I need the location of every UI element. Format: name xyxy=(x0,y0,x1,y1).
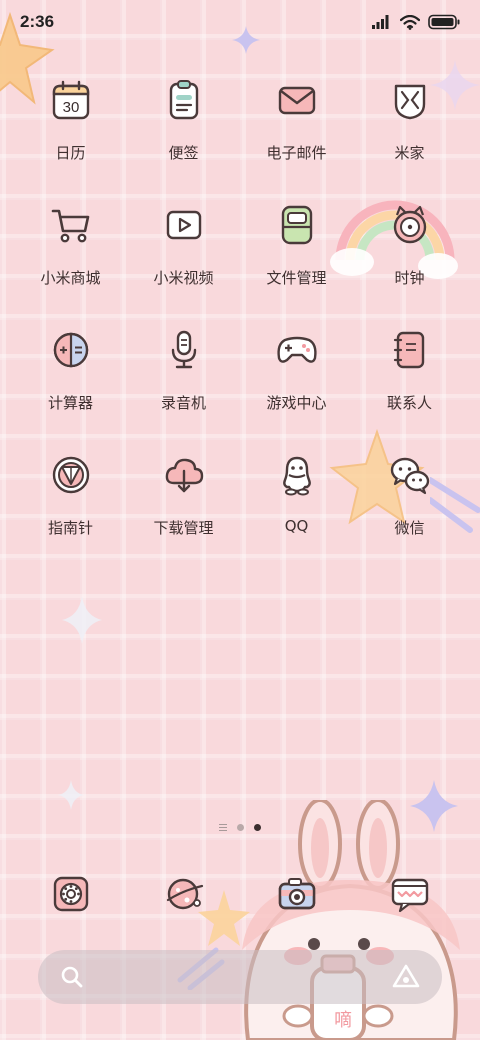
notes-icon xyxy=(158,74,210,126)
clock-icon xyxy=(384,199,436,251)
app-label: 文件管理 xyxy=(266,269,327,287)
minus-one-screen-indicator xyxy=(219,824,227,831)
app-email[interactable]: 电子邮件 xyxy=(240,74,353,163)
lens-icon[interactable] xyxy=(392,964,420,990)
app-label: 计算器 xyxy=(47,394,93,412)
app-clock[interactable]: 时钟 xyxy=(353,199,466,288)
app-label: 时钟 xyxy=(394,269,425,287)
app-mijia[interactable]: 米家 xyxy=(353,74,466,163)
app-mi-store[interactable]: 小米商城 xyxy=(14,199,127,288)
compass-icon xyxy=(45,449,97,501)
download-cloud-icon xyxy=(158,449,210,501)
wifi-icon xyxy=(400,14,420,30)
app-label: 录音机 xyxy=(160,394,206,412)
battery-icon xyxy=(428,14,460,30)
app-wechat[interactable]: 微信 xyxy=(353,449,466,538)
app-label: 下载管理 xyxy=(153,519,214,537)
calendar-date-text: 30 xyxy=(62,99,79,116)
video-play-icon xyxy=(158,199,210,251)
mijia-icon xyxy=(384,74,436,126)
dock-phone[interactable] xyxy=(14,868,127,920)
file-manager-icon xyxy=(271,199,323,251)
app-label: 电子邮件 xyxy=(266,144,327,162)
shopping-cart-icon xyxy=(45,199,97,251)
page-dot xyxy=(237,824,244,831)
status-bar: 2:36 xyxy=(0,0,480,44)
app-mi-video[interactable]: 小米视频 xyxy=(127,199,240,288)
dock-camera[interactable] xyxy=(240,868,353,920)
email-icon xyxy=(271,74,323,126)
app-label: 微信 xyxy=(394,519,425,537)
page-indicator xyxy=(0,824,480,831)
app-grid: 30 日历 便签 电子邮件 米家 小米商城 小米视频 文件管理 时钟 计算器 录… xyxy=(14,74,466,538)
chat-bubble-icon xyxy=(384,868,436,920)
app-label: 小米视频 xyxy=(153,269,214,287)
dock xyxy=(14,868,466,920)
qq-penguin-icon xyxy=(271,449,323,501)
dock-messages[interactable] xyxy=(127,868,240,920)
app-label: 小米商城 xyxy=(40,269,101,287)
contacts-icon xyxy=(384,324,436,376)
status-time: 2:36 xyxy=(20,12,55,31)
gamepad-icon xyxy=(271,324,323,376)
status-icons xyxy=(372,14,460,30)
app-label: 游戏中心 xyxy=(266,394,327,412)
calendar-icon: 30 xyxy=(45,74,97,126)
sparkle-decoration xyxy=(58,780,84,810)
app-game-center[interactable]: 游戏中心 xyxy=(240,324,353,413)
app-label: 联系人 xyxy=(386,394,432,412)
app-notes[interactable]: 便签 xyxy=(127,74,240,163)
sparkle-decoration xyxy=(62,596,102,644)
home-screen: 嘀 2:36 30 日历 便签 电子邮件 米家 小米商城 小米视频 文件管理 时… xyxy=(0,0,480,1040)
app-downloads[interactable]: 下载管理 xyxy=(127,449,240,538)
calculator-icon xyxy=(45,324,97,376)
search-bar[interactable] xyxy=(38,950,442,1004)
app-qq[interactable]: QQ xyxy=(240,449,353,538)
search-icon[interactable] xyxy=(60,965,84,989)
dock-chat[interactable] xyxy=(353,868,466,920)
page-dot-active xyxy=(254,824,261,831)
camera-icon xyxy=(271,868,323,920)
phone-dial-icon xyxy=(45,868,97,920)
wechat-icon xyxy=(384,449,436,501)
microphone-icon xyxy=(158,324,210,376)
app-label: 指南针 xyxy=(47,519,93,537)
app-file-manager[interactable]: 文件管理 xyxy=(240,199,353,288)
app-calculator[interactable]: 计算器 xyxy=(14,324,127,413)
app-label: 日历 xyxy=(55,144,86,162)
signal-icon xyxy=(372,15,389,29)
app-calendar[interactable]: 30 日历 xyxy=(14,74,127,163)
bunny-mascot-decoration xyxy=(242,800,460,1040)
app-contacts[interactable]: 联系人 xyxy=(353,324,466,413)
mascot-bottle-text: 嘀 xyxy=(334,1010,352,1031)
app-compass[interactable]: 指南针 xyxy=(14,449,127,538)
app-label: 米家 xyxy=(394,144,425,162)
messages-planet-icon xyxy=(158,868,210,920)
app-label: 便签 xyxy=(168,144,199,162)
app-label: QQ xyxy=(284,517,309,535)
app-recorder[interactable]: 录音机 xyxy=(127,324,240,413)
